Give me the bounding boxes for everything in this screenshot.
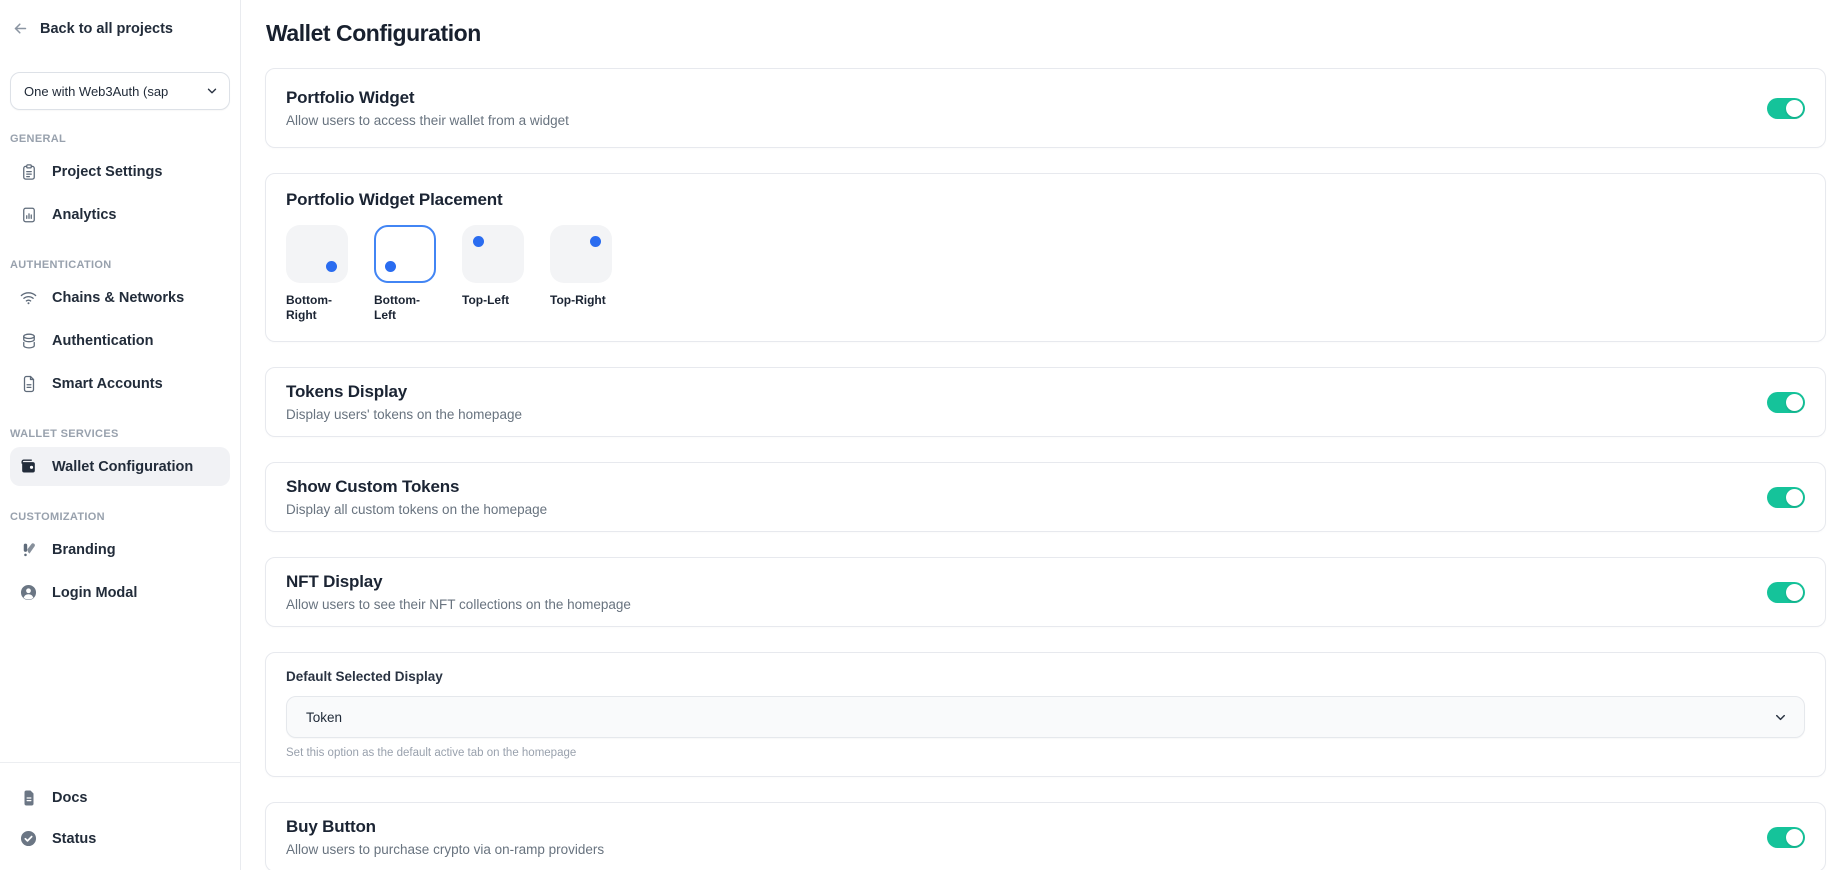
sidebar-item-wallet-configuration[interactable]: Wallet Configuration bbox=[10, 447, 230, 486]
toggle-knob bbox=[1786, 100, 1803, 117]
sidebar-item-status[interactable]: Status bbox=[10, 819, 230, 858]
sidebar-item-label: Chains & Networks bbox=[52, 290, 184, 306]
toggle-knob bbox=[1786, 489, 1803, 506]
buy-button-card: Buy Button Allow users to purchase crypt… bbox=[265, 802, 1826, 870]
sidebar-item-label: Project Settings bbox=[52, 164, 162, 180]
buy-button-toggle[interactable] bbox=[1767, 827, 1805, 848]
analytics-icon bbox=[19, 205, 38, 224]
sidebar-item-branding[interactable]: Branding bbox=[10, 530, 230, 569]
signal-icon bbox=[19, 288, 38, 307]
back-link-label: Back to all projects bbox=[40, 21, 173, 37]
sidebar-item-label: Authentication bbox=[52, 333, 154, 349]
placement-dot-icon bbox=[590, 236, 601, 247]
clipboard-icon bbox=[19, 162, 38, 181]
placement-label: Top-Left bbox=[462, 293, 524, 308]
page-title: Wallet Configuration bbox=[266, 20, 1826, 47]
placement-label: Bottom-Left bbox=[374, 293, 436, 323]
placement-option-top-left[interactable]: Top-Left bbox=[462, 225, 526, 323]
chevron-down-icon bbox=[205, 84, 219, 98]
section-label-authentication: AUTHENTICATION bbox=[10, 259, 230, 271]
back-arrow-icon bbox=[12, 20, 29, 37]
sidebar-item-login-modal[interactable]: Login Modal bbox=[10, 573, 230, 612]
placement-tile[interactable] bbox=[462, 225, 524, 283]
select-helper-text: Set this option as the default active ta… bbox=[286, 747, 1805, 759]
card-subtitle: Display all custom tokens on the homepag… bbox=[286, 502, 547, 517]
sidebar-footer: Docs Status bbox=[0, 762, 240, 870]
placement-option-bottom-left[interactable]: Bottom-Left bbox=[374, 225, 438, 323]
select-label: Default Selected Display bbox=[286, 669, 1805, 684]
project-selector-value: One with Web3Auth (sap bbox=[24, 84, 168, 99]
placement-label: Top-Right bbox=[550, 293, 612, 308]
placement-tile[interactable] bbox=[550, 225, 612, 283]
sidebar-item-label: Status bbox=[52, 831, 96, 847]
show-custom-tokens-card: Show Custom Tokens Display all custom to… bbox=[265, 462, 1826, 532]
back-to-projects-link[interactable]: Back to all projects bbox=[12, 20, 230, 37]
toggle-knob bbox=[1786, 584, 1803, 601]
portfolio-widget-toggle[interactable] bbox=[1767, 98, 1805, 119]
card-subtitle: Allow users to see their NFT collections… bbox=[286, 597, 631, 612]
card-title: Portfolio Widget Placement bbox=[286, 190, 1805, 210]
sidebar-item-label: Analytics bbox=[52, 207, 116, 223]
placement-tile[interactable] bbox=[286, 225, 348, 283]
card-subtitle: Display users' tokens on the homepage bbox=[286, 407, 522, 422]
sidebar-item-chains-networks[interactable]: Chains & Networks bbox=[10, 278, 230, 317]
portfolio-widget-placement-card: Portfolio Widget Placement Bottom-Right … bbox=[265, 173, 1826, 342]
placement-label: Bottom-Right bbox=[286, 293, 348, 323]
section-label-general: GENERAL bbox=[10, 133, 230, 145]
main-content: Wallet Configuration Portfolio Widget Al… bbox=[241, 0, 1840, 870]
sidebar-item-label: Smart Accounts bbox=[52, 376, 163, 392]
sidebar-item-label: Branding bbox=[52, 542, 116, 558]
toggle-knob bbox=[1786, 394, 1803, 411]
card-title: NFT Display bbox=[286, 572, 631, 592]
check-circle-icon bbox=[19, 829, 38, 848]
placement-option-bottom-right[interactable]: Bottom-Right bbox=[286, 225, 350, 323]
section-label-customization: CUSTOMIZATION bbox=[10, 511, 230, 523]
sidebar-item-label: Docs bbox=[52, 790, 87, 806]
user-circle-icon bbox=[19, 583, 38, 602]
nft-display-toggle[interactable] bbox=[1767, 582, 1805, 603]
portfolio-widget-card: Portfolio Widget Allow users to access t… bbox=[265, 68, 1826, 148]
sidebar-item-authentication[interactable]: Authentication bbox=[10, 321, 230, 360]
doc-icon bbox=[19, 788, 38, 807]
wallet-icon bbox=[19, 457, 38, 476]
sidebar-item-analytics[interactable]: Analytics bbox=[10, 195, 230, 234]
toggle-knob bbox=[1786, 829, 1803, 846]
card-title: Show Custom Tokens bbox=[286, 477, 547, 497]
default-selected-display-card: Default Selected Display Token Set this … bbox=[265, 652, 1826, 777]
placement-options: Bottom-Right Bottom-Left Top-Left Top-Ri… bbox=[286, 225, 1805, 323]
project-selector[interactable]: One with Web3Auth (sap bbox=[10, 72, 230, 110]
sidebar: Back to all projects One with Web3Auth (… bbox=[0, 0, 241, 870]
database-icon bbox=[19, 331, 38, 350]
card-subtitle: Allow users to access their wallet from … bbox=[286, 113, 569, 128]
show-custom-tokens-toggle[interactable] bbox=[1767, 487, 1805, 508]
default-display-select[interactable]: Token bbox=[286, 696, 1805, 738]
card-title: Portfolio Widget bbox=[286, 88, 569, 108]
sidebar-item-project-settings[interactable]: Project Settings bbox=[10, 152, 230, 191]
placement-dot-icon bbox=[385, 261, 396, 272]
card-title: Buy Button bbox=[286, 817, 604, 837]
document-icon bbox=[19, 374, 38, 393]
chevron-down-icon bbox=[1773, 710, 1788, 725]
placement-tile[interactable] bbox=[374, 225, 436, 283]
tokens-display-card: Tokens Display Display users' tokens on … bbox=[265, 367, 1826, 437]
placement-dot-icon bbox=[326, 261, 337, 272]
tokens-display-toggle[interactable] bbox=[1767, 392, 1805, 413]
placement-dot-icon bbox=[473, 236, 484, 247]
sidebar-item-docs[interactable]: Docs bbox=[10, 778, 230, 817]
sidebar-item-label: Login Modal bbox=[52, 585, 137, 601]
section-label-wallet-services: WALLET SERVICES bbox=[10, 428, 230, 440]
sidebar-item-smart-accounts[interactable]: Smart Accounts bbox=[10, 364, 230, 403]
brush-icon bbox=[19, 540, 38, 559]
select-value: Token bbox=[306, 710, 342, 725]
sidebar-item-label: Wallet Configuration bbox=[52, 459, 193, 475]
nft-display-card: NFT Display Allow users to see their NFT… bbox=[265, 557, 1826, 627]
card-title: Tokens Display bbox=[286, 382, 522, 402]
placement-option-top-right[interactable]: Top-Right bbox=[550, 225, 614, 323]
card-subtitle: Allow users to purchase crypto via on-ra… bbox=[286, 842, 604, 857]
